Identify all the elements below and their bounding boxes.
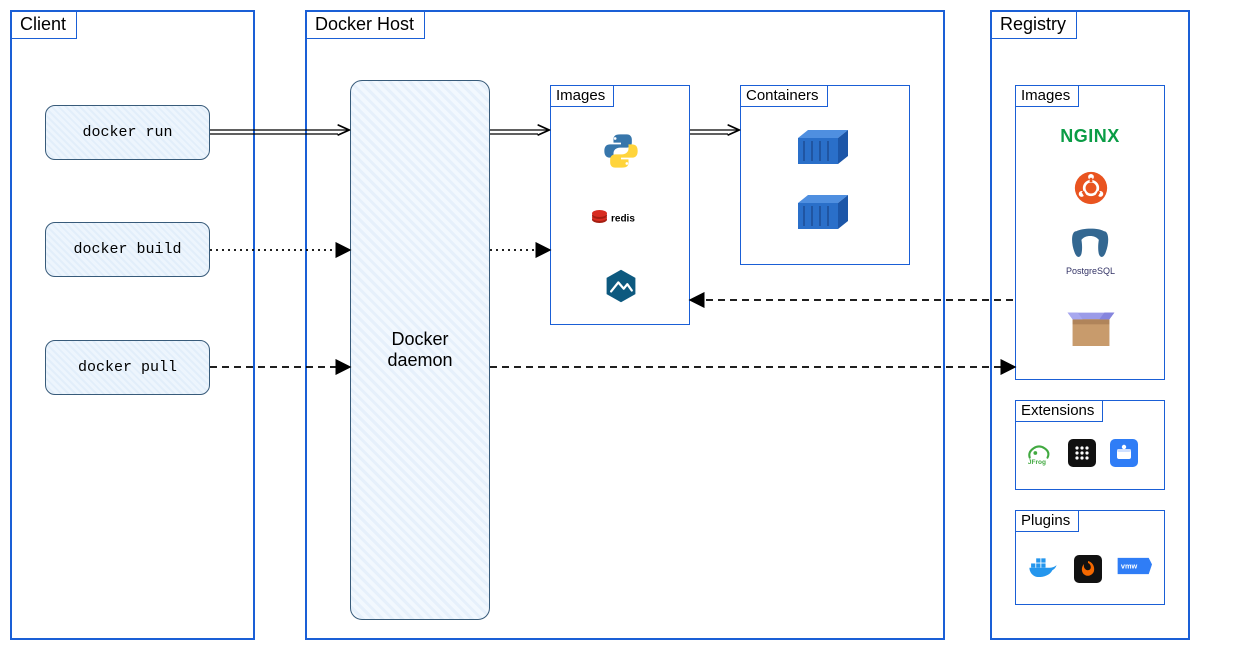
postgresql-label: PostgreSQL — [1066, 266, 1115, 276]
docker-daemon-box: Docker daemon — [350, 80, 490, 620]
registry-extensions-title: Extensions — [1015, 400, 1103, 422]
host-containers-box: Containers — [740, 85, 910, 265]
client-title: Client — [11, 11, 77, 39]
python-icon — [601, 131, 641, 171]
registry-title: Registry — [991, 11, 1077, 39]
ubuntu-icon — [1074, 171, 1108, 205]
postgresql-icon: PostgreSQL — [1066, 226, 1115, 276]
jfrog-icon: JFrog — [1026, 439, 1054, 467]
grafana-icon — [1074, 555, 1102, 583]
redis-icon: redis — [591, 201, 651, 236]
registry-plugins-box: Plugins vmw — [1015, 510, 1165, 605]
host-images-box: Images redis — [550, 85, 690, 325]
package-box-icon — [1066, 301, 1116, 351]
portainer-icon — [1068, 439, 1096, 467]
docker-build-command: docker build — [45, 222, 210, 277]
docker-pull-command: docker pull — [45, 340, 210, 395]
registry-plugins-title: Plugins — [1015, 510, 1079, 532]
host-containers-title: Containers — [740, 85, 828, 107]
docker-whale-icon — [1026, 553, 1060, 584]
host-images-title: Images — [550, 85, 614, 107]
svg-text:JFrog: JFrog — [1028, 459, 1046, 466]
svg-text:redis: redis — [611, 213, 635, 224]
svg-text:vmw: vmw — [1121, 561, 1138, 570]
nginx-icon: NGINX — [1016, 126, 1164, 147]
docker-daemon-label: Docker daemon — [387, 329, 452, 371]
alpine-icon — [601, 266, 641, 306]
registry-images-title: Images — [1015, 85, 1079, 107]
docker-run-command: docker run — [45, 105, 210, 160]
container-icon — [796, 126, 852, 166]
registry-extensions-box: Extensions JFrog — [1015, 400, 1165, 490]
host-title: Docker Host — [306, 11, 425, 39]
container-icon — [796, 191, 852, 231]
registry-images-box: Images NGINX PostgreSQL — [1015, 85, 1165, 380]
vmware-icon: vmw — [1116, 554, 1152, 583]
lens-icon — [1110, 439, 1138, 467]
